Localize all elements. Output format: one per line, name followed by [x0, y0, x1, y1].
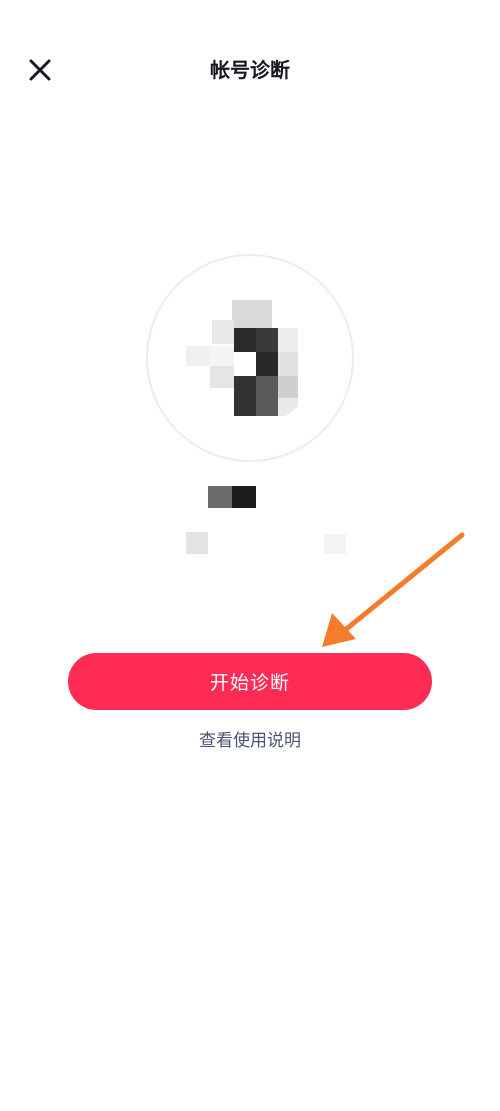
- view-instructions-link[interactable]: 查看使用说明: [199, 731, 301, 751]
- page-title: 帐号诊断: [210, 58, 290, 82]
- user-info-redacted: [160, 530, 350, 556]
- username-redacted: [208, 486, 256, 508]
- close-icon: [29, 59, 51, 81]
- avatar: [182, 290, 318, 426]
- nav-bar: 帐号诊断: [0, 40, 500, 100]
- close-button[interactable]: [22, 52, 58, 88]
- start-diagnosis-button[interactable]: 开始诊断: [68, 653, 432, 710]
- account-diagnosis-screen: 帐号诊断 开始诊断 查看使用说明: [0, 0, 500, 1111]
- avatar-container: [146, 254, 354, 462]
- help-link-row: 查看使用说明: [0, 726, 500, 756]
